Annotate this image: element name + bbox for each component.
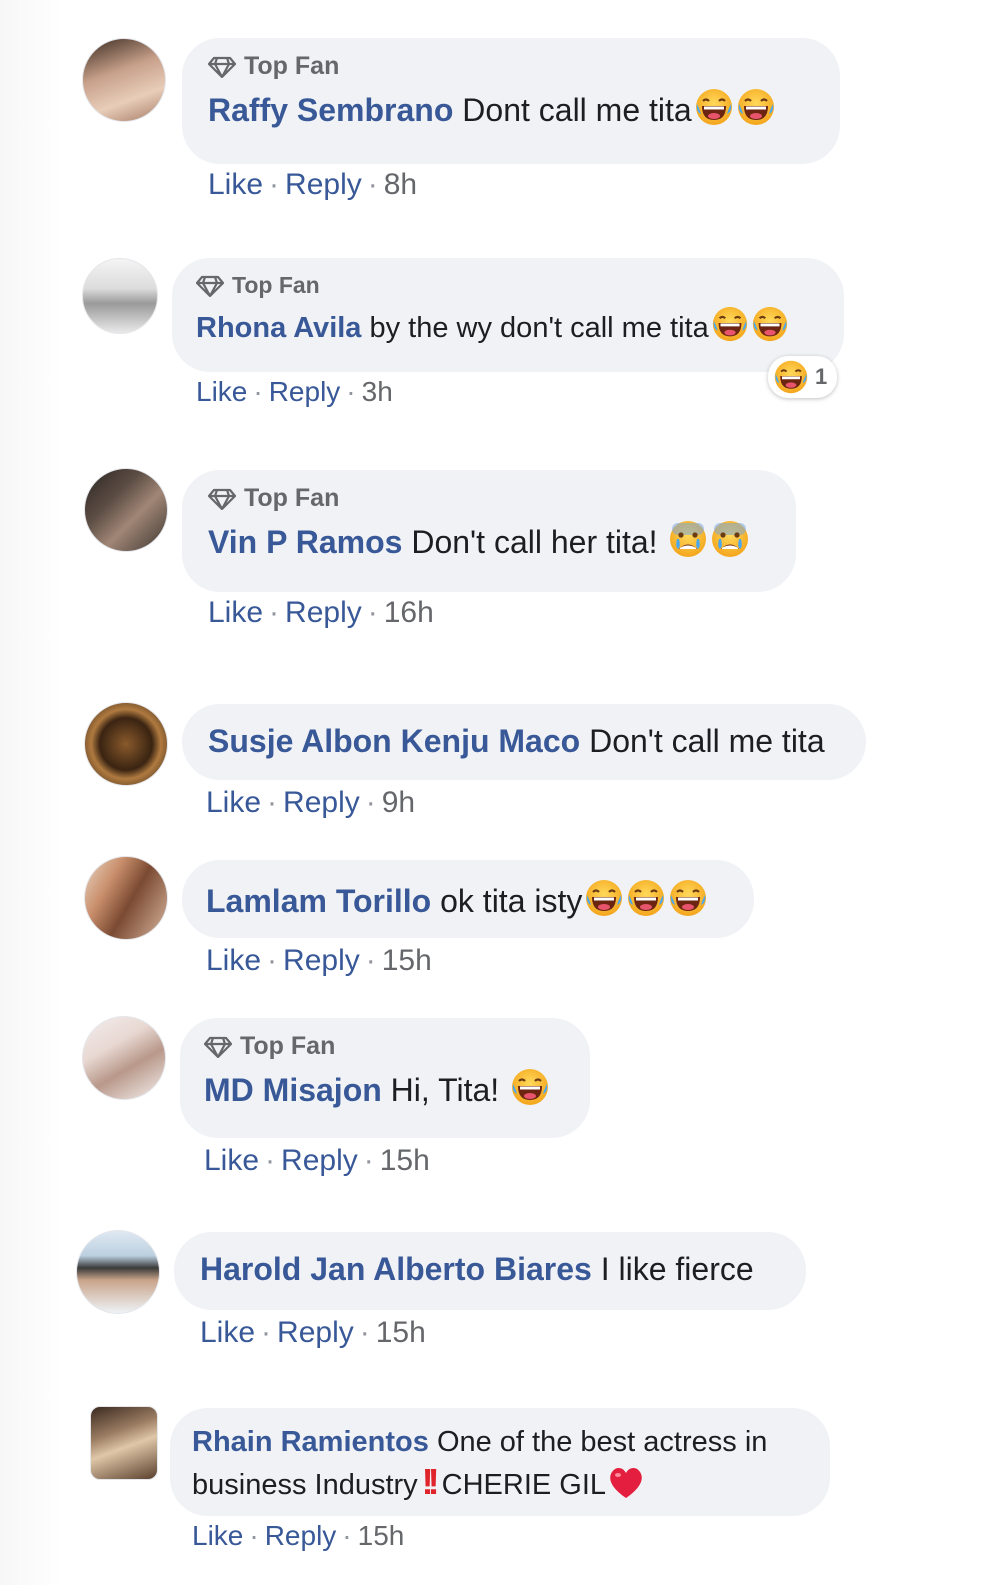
avatar[interactable] bbox=[84, 702, 168, 786]
diamond-icon bbox=[208, 56, 236, 78]
commenter-name[interactable]: Lamlam Torillo bbox=[206, 883, 431, 919]
laughing-tears-emoji bbox=[626, 878, 666, 918]
left-gutter bbox=[0, 0, 62, 1585]
crying-face-emoji bbox=[710, 519, 750, 559]
top-fan-badge: Top Fan bbox=[208, 52, 840, 81]
reaction-count-badge[interactable]: 1 bbox=[768, 356, 838, 398]
comment-bubble: Lamlam Torillo ok tita isty bbox=[182, 860, 754, 938]
comment-actions: Like · Reply · 15h bbox=[200, 1316, 426, 1349]
haha-reaction-icon bbox=[773, 359, 809, 395]
avatar[interactable] bbox=[76, 1230, 160, 1314]
avatar[interactable] bbox=[82, 258, 158, 334]
comment-actions: Like · Reply · 3h bbox=[196, 376, 393, 407]
comment-text: I like fierce bbox=[600, 1251, 754, 1287]
laughing-tears-emoji bbox=[668, 878, 708, 918]
commenter-name[interactable]: Rhain Ramientos bbox=[192, 1426, 429, 1458]
top-fan-badge: Top Fan bbox=[204, 1032, 590, 1061]
like-link[interactable]: Like bbox=[204, 1144, 259, 1177]
diamond-icon bbox=[196, 275, 224, 297]
commenter-name[interactable]: MD Misajon bbox=[204, 1072, 382, 1108]
timestamp[interactable]: 9h bbox=[382, 786, 415, 819]
top-fan-label: Top Fan bbox=[232, 272, 320, 298]
reply-link[interactable]: Reply bbox=[281, 1144, 358, 1177]
diamond-icon bbox=[204, 1036, 232, 1058]
comment-bubble: Top Fan Raffy Sembrano Dont call me tita bbox=[182, 38, 840, 164]
reply-link[interactable]: Reply bbox=[285, 596, 362, 629]
avatar[interactable] bbox=[90, 1406, 158, 1480]
comment-bubble: Top Fan Vin P Ramos Don't call her tita! bbox=[182, 470, 796, 592]
comment-text: Hi, Tita! bbox=[390, 1072, 500, 1108]
timestamp[interactable]: 15h bbox=[382, 944, 432, 977]
top-fan-label: Top Fan bbox=[240, 1032, 336, 1060]
avatar[interactable] bbox=[82, 1016, 166, 1100]
like-link[interactable]: Like bbox=[200, 1316, 255, 1349]
comment-bubble: Top Fan MD Misajon Hi, Tita! bbox=[180, 1018, 590, 1138]
top-fan-label: Top Fan bbox=[244, 52, 340, 80]
like-link[interactable]: Like bbox=[192, 1520, 243, 1551]
comment-text: by the wy don't call me tita bbox=[369, 312, 709, 344]
laughing-tears-emoji bbox=[711, 305, 749, 343]
red-heart-emoji bbox=[606, 1462, 646, 1502]
laughing-tears-emoji bbox=[751, 305, 789, 343]
reply-link[interactable]: Reply bbox=[277, 1316, 354, 1349]
timestamp[interactable]: 15h bbox=[358, 1520, 405, 1551]
comment-actions: Like · Reply · 15h bbox=[204, 1144, 430, 1177]
commenter-name[interactable]: Raffy Sembrano bbox=[208, 92, 453, 128]
diamond-icon bbox=[208, 488, 236, 510]
avatar[interactable] bbox=[84, 856, 168, 940]
laughing-tears-emoji bbox=[510, 1067, 550, 1107]
like-link[interactable]: Like bbox=[206, 786, 261, 819]
comment-actions: Like · Reply · 9h bbox=[206, 786, 416, 819]
timestamp[interactable]: 15h bbox=[380, 1144, 430, 1177]
comment-bubble: Rhain Ramientos One of the best actress … bbox=[170, 1408, 830, 1516]
top-fan-badge: Top Fan bbox=[196, 272, 844, 299]
comment-bubble: Susje Albon Kenju Maco Don't call me tit… bbox=[182, 704, 866, 780]
timestamp[interactable]: 15h bbox=[376, 1316, 426, 1349]
like-link[interactable]: Like bbox=[196, 376, 247, 407]
commenter-name[interactable]: Susje Albon Kenju Maco bbox=[208, 723, 580, 759]
like-link[interactable]: Like bbox=[208, 596, 263, 629]
laughing-tears-emoji bbox=[736, 87, 776, 127]
comment-bubble: Harold Jan Alberto Biares I like fierce bbox=[174, 1232, 806, 1310]
comment-actions: Like · Reply · 16h bbox=[208, 596, 434, 629]
avatar[interactable] bbox=[84, 468, 168, 552]
comment-text-line-1: One of the best actress in bbox=[436, 1426, 768, 1458]
top-fan-label: Top Fan bbox=[244, 484, 340, 512]
double-exclamation-emoji: !! bbox=[421, 1461, 440, 1502]
comment-text: Don't call her tita! bbox=[411, 524, 658, 560]
commenter-name[interactable]: Vin P Ramos bbox=[208, 524, 402, 560]
timestamp[interactable]: 3h bbox=[362, 376, 393, 407]
reply-link[interactable]: Reply bbox=[265, 1520, 337, 1551]
reply-link[interactable]: Reply bbox=[269, 376, 341, 407]
commenter-name[interactable]: Rhona Avila bbox=[196, 312, 361, 344]
like-link[interactable]: Like bbox=[208, 168, 263, 201]
comment-text-line-2: business Industry bbox=[192, 1469, 418, 1501]
comment-actions: Like · Reply · 15h bbox=[192, 1520, 405, 1551]
comment-text-line-2-end: CHERIE GIL bbox=[441, 1469, 607, 1501]
crying-face-emoji bbox=[668, 519, 708, 559]
comment-bubble: Top Fan Rhona Avila by the wy don't call… bbox=[172, 258, 844, 372]
commenter-name[interactable]: Harold Jan Alberto Biares bbox=[200, 1251, 592, 1287]
comment-text: Don't call me tita bbox=[589, 723, 825, 759]
comment-text: ok tita isty bbox=[440, 883, 583, 919]
reply-link[interactable]: Reply bbox=[285, 168, 362, 201]
like-link[interactable]: Like bbox=[206, 944, 261, 977]
reaction-count: 1 bbox=[815, 364, 828, 389]
comment-text: Dont call me tita bbox=[462, 92, 692, 128]
comment-actions: Like · Reply · 8h bbox=[208, 168, 418, 201]
laughing-tears-emoji bbox=[584, 878, 624, 918]
comment-actions: Like · Reply · 15h bbox=[206, 944, 432, 977]
top-fan-badge: Top Fan bbox=[208, 484, 796, 513]
timestamp[interactable]: 8h bbox=[384, 168, 417, 201]
reply-link[interactable]: Reply bbox=[283, 944, 360, 977]
reply-link[interactable]: Reply bbox=[283, 786, 360, 819]
avatar[interactable] bbox=[82, 38, 166, 122]
timestamp[interactable]: 16h bbox=[384, 596, 434, 629]
laughing-tears-emoji bbox=[694, 87, 734, 127]
